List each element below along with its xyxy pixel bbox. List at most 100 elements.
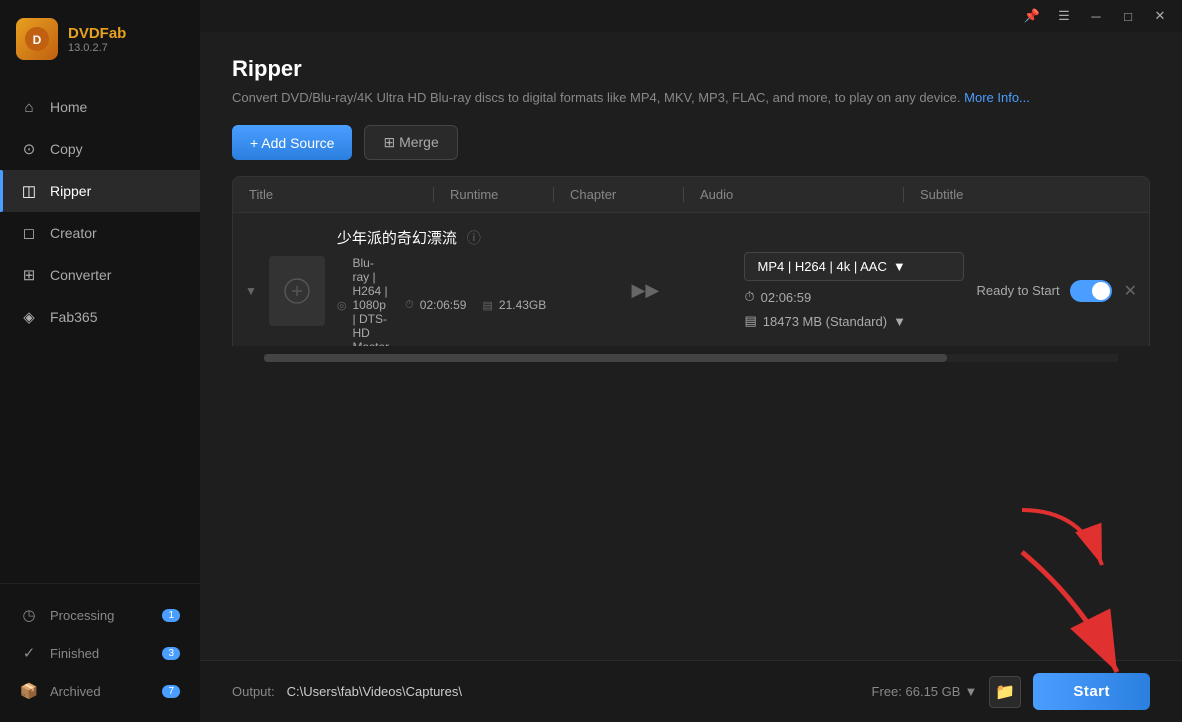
- creator-icon: ◻: [20, 224, 38, 242]
- ready-toggle[interactable]: [1070, 280, 1112, 302]
- filesize-info: ▤ 21.43GB: [482, 256, 546, 346]
- output-size-selector[interactable]: ▤ 18473 MB (Standard) ▼: [744, 313, 964, 329]
- movie-title: 少年派的奇幻漂流: [337, 227, 457, 248]
- sidebar-item-copy-label: Copy: [50, 141, 83, 157]
- app-logo: D DVDFab 13.0.2.7: [0, 0, 200, 78]
- output-format-selector[interactable]: MP4 | H264 | 4k | AAC ▼: [744, 252, 964, 281]
- finished-icon: ✓: [20, 644, 38, 662]
- pin-button[interactable]: 📌: [1018, 6, 1046, 26]
- page-content: Ripper Convert DVD/Blu-ray/4K Ultra HD B…: [200, 32, 1182, 346]
- movie-thumbnail: [269, 256, 325, 326]
- disc-icon: ◎: [337, 299, 347, 312]
- more-info-link[interactable]: More Info...: [964, 90, 1030, 105]
- output-label: Output:: [232, 684, 275, 699]
- runtime-info: ⏱ 02:06:59: [405, 256, 466, 346]
- sidebar-item-converter[interactable]: ⊞ Converter: [0, 254, 200, 296]
- maximize-button[interactable]: □: [1114, 6, 1142, 26]
- th-title: Title: [233, 187, 433, 202]
- play-button[interactable]: ▶▶: [632, 280, 660, 301]
- logo-icon: D: [16, 18, 58, 60]
- sidebar-item-home[interactable]: ⌂ Home: [0, 86, 200, 128]
- main-content: 📌 ☰ ─ □ ✕ Ripper Convert DVD/Blu-ray/4K …: [200, 0, 1182, 722]
- close-button[interactable]: ✕: [1146, 6, 1174, 26]
- th-subtitle: Subtitle: [903, 187, 1103, 202]
- th-chapter: Chapter: [553, 187, 683, 202]
- processing-icon: ◷: [20, 606, 38, 624]
- sidebar-item-archived[interactable]: 📦 Archived 7: [0, 672, 200, 710]
- archived-icon: 📦: [20, 682, 38, 700]
- finished-badge: 3: [162, 647, 180, 660]
- th-runtime: Runtime: [433, 187, 553, 202]
- th-audio: Audio: [683, 187, 903, 202]
- sidebar-item-creator[interactable]: ◻ Creator: [0, 212, 200, 254]
- ready-text: Ready to Start: [976, 283, 1059, 298]
- clock-icon: ⏱: [405, 299, 414, 312]
- remove-movie-button[interactable]: ✕: [1124, 281, 1137, 301]
- sidebar-nav: ⌂ Home ⊙ Copy ◫ Ripper ◻ Creator ⊞ Conve…: [0, 78, 200, 583]
- sidebar-item-home-label: Home: [50, 99, 87, 115]
- minimize-button[interactable]: ─: [1082, 6, 1110, 26]
- sidebar-item-converter-label: Converter: [50, 267, 111, 283]
- sidebar-bottom: ◷ Processing 1 ✓ Finished 3 📦 Archived 7: [0, 583, 200, 722]
- folder-icon: 📁: [995, 682, 1015, 702]
- free-space-info: Free: 66.15 GB ▼: [872, 684, 978, 699]
- movie-info: 少年派的奇幻漂流 ⓘ ◎ Blu-ray | H264 | 1080p | DT…: [337, 227, 546, 346]
- sidebar: D DVDFab 13.0.2.7 ⌂ Home ⊙ Copy ◫ Ripper…: [0, 0, 200, 722]
- output-time: ⏱ 02:06:59: [744, 289, 964, 305]
- ripper-icon: ◫: [20, 182, 38, 200]
- converter-icon: ⊞: [20, 266, 38, 284]
- sidebar-item-copy[interactable]: ⊙ Copy: [0, 128, 200, 170]
- size-icon: ▤: [744, 313, 756, 329]
- browse-folder-button[interactable]: 📁: [989, 676, 1021, 708]
- toolbar: + Add Source ⊞ Merge: [232, 125, 1150, 160]
- copy-icon: ⊙: [20, 140, 38, 158]
- content-table: Title Runtime Chapter Audio Subtitle ▼: [232, 176, 1150, 346]
- titlebar: 📌 ☰ ─ □ ✕: [200, 0, 1182, 32]
- ready-section: Ready to Start: [976, 280, 1111, 302]
- archived-badge: 7: [162, 685, 180, 698]
- fab365-icon: ◈: [20, 308, 38, 326]
- add-source-button[interactable]: + Add Source: [232, 125, 352, 160]
- app-version: 13.0.2.7: [68, 42, 126, 54]
- size-dropdown-icon: ▼: [893, 314, 906, 329]
- scrollbar[interactable]: [264, 354, 1118, 362]
- page-title: Ripper: [232, 56, 1150, 82]
- free-space-dropdown-icon[interactable]: ▼: [964, 684, 977, 699]
- sidebar-item-finished-label: Finished: [50, 646, 99, 661]
- sidebar-item-processing[interactable]: ◷ Processing 1: [0, 596, 200, 634]
- processing-badge: 1: [162, 609, 180, 622]
- movie-header: ▼ 少年派的奇幻漂流 ⓘ: [245, 227, 1137, 346]
- info-icon[interactable]: ⓘ: [467, 228, 481, 248]
- bottom-bar: Output: C:\Users\fab\Videos\Captures\ Fr…: [200, 660, 1182, 722]
- sidebar-item-creator-label: Creator: [50, 225, 97, 241]
- play-area: ▶▶: [558, 280, 732, 301]
- sidebar-item-ripper-label: Ripper: [50, 183, 91, 199]
- storage-icon: ▤: [482, 299, 492, 312]
- sidebar-item-fab365-label: Fab365: [50, 309, 97, 325]
- page-description: Convert DVD/Blu-ray/4K Ultra HD Blu-ray …: [232, 90, 1150, 105]
- output-info: MP4 | H264 | 4k | AAC ▼ ⏱ 02:06:59 ▤ 184…: [744, 252, 964, 329]
- source-info: ◎ Blu-ray | H264 | 1080p | DTS-HD Master: [337, 256, 389, 346]
- sidebar-item-finished[interactable]: ✓ Finished 3: [0, 634, 200, 672]
- scrollbar-area: [200, 346, 1182, 370]
- movie-row: ▼ 少年派的奇幻漂流 ⓘ: [233, 213, 1149, 346]
- app-name: DVDFab: [68, 25, 126, 42]
- sidebar-item-fab365[interactable]: ◈ Fab365: [0, 296, 200, 338]
- movie-title-row: 少年派的奇幻漂流 ⓘ: [337, 227, 546, 248]
- sidebar-item-processing-label: Processing: [50, 608, 114, 623]
- start-button[interactable]: Start: [1033, 673, 1150, 710]
- dropdown-arrow-icon: ▼: [893, 259, 906, 274]
- spacer: [200, 370, 1182, 660]
- table-header: Title Runtime Chapter Audio Subtitle: [233, 177, 1149, 213]
- output-path: C:\Users\fab\Videos\Captures\: [287, 684, 872, 699]
- menu-button[interactable]: ☰: [1050, 6, 1078, 26]
- sidebar-item-archived-label: Archived: [50, 684, 101, 699]
- home-icon: ⌂: [20, 98, 38, 116]
- movie-meta: ◎ Blu-ray | H264 | 1080p | DTS-HD Master…: [337, 256, 546, 346]
- collapse-button[interactable]: ▼: [245, 284, 257, 298]
- scrollbar-thumb[interactable]: [264, 354, 947, 362]
- sidebar-item-ripper[interactable]: ◫ Ripper: [0, 170, 200, 212]
- merge-button[interactable]: ⊞ Merge: [364, 125, 457, 160]
- svg-text:D: D: [33, 33, 42, 47]
- time-icon: ⏱: [744, 289, 754, 305]
